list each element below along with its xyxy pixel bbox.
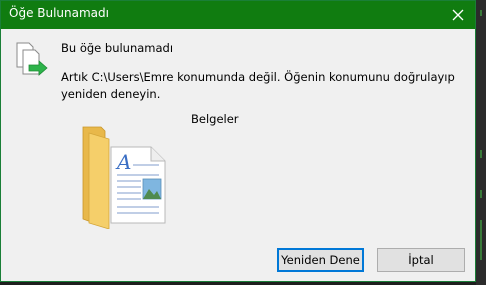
cancel-button[interactable]: İptal xyxy=(377,248,465,272)
item-name-label: Belgeler xyxy=(191,112,239,126)
window-title: Öğe Bulunamadı xyxy=(9,6,109,20)
message-body: Artık C:\Users\Emre konumunda değil. Öğe… xyxy=(61,70,455,101)
close-button[interactable] xyxy=(441,1,475,29)
svg-text:A: A xyxy=(115,150,131,174)
retry-button[interactable]: Yeniden Dene xyxy=(277,248,364,272)
item-not-found-dialog: Öğe Bulunamadı Bu öğe bulunamadı Artık C… xyxy=(0,0,476,282)
close-icon xyxy=(452,9,464,21)
title-bar[interactable]: Öğe Bulunamadı xyxy=(1,1,475,29)
message-title: Bu öğe bulunamadı xyxy=(61,41,174,55)
background-window-edge xyxy=(476,0,486,285)
folder-document-icon: A xyxy=(79,119,171,233)
file-copy-icon xyxy=(15,41,49,83)
